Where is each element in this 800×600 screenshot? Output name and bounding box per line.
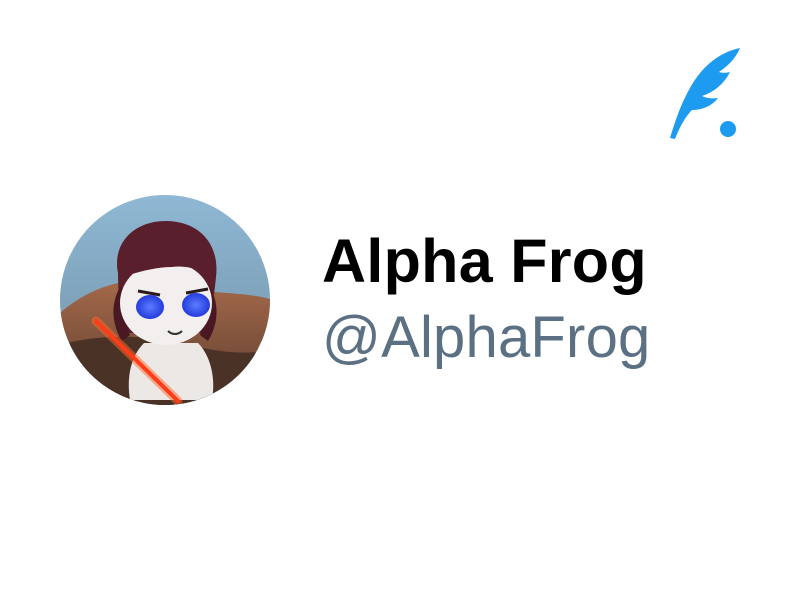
user-handle[interactable]: @AlphaFrog [322,300,680,376]
profile-card: Alpha Frog @AlphaFrog [0,0,800,600]
profile-identity: Alpha Frog @AlphaFrog [322,222,680,376]
feather-quill-icon [662,44,746,144]
avatar[interactable] [60,195,270,405]
display-name: Alpha Frog [322,227,647,295]
